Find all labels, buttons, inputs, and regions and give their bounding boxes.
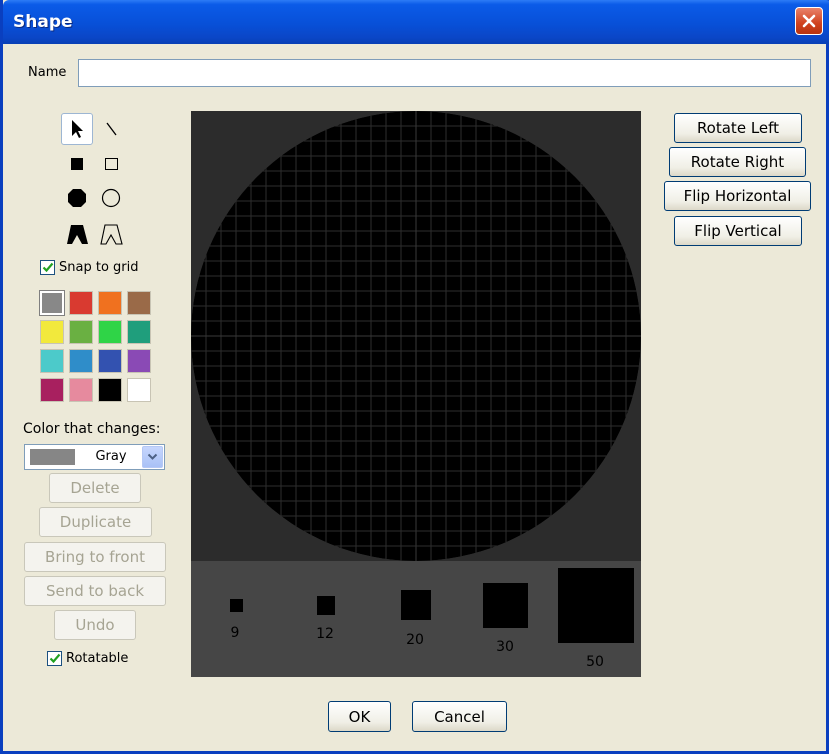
dropdown-button[interactable] (142, 446, 163, 468)
color-that-changes-label: Color that changes: (23, 421, 161, 437)
size-label-50: 50 (586, 654, 604, 670)
cancel-button[interactable]: Cancel (412, 701, 507, 732)
size-label-20: 20 (406, 632, 424, 648)
outline-polygon-icon (100, 224, 123, 245)
color-swatch[interactable] (40, 349, 64, 373)
close-icon (802, 14, 816, 28)
color-swatch[interactable] (69, 349, 93, 373)
rotatable-checkbox[interactable]: Rotatable (47, 651, 128, 666)
color-swatch[interactable] (98, 320, 122, 344)
checkmark-icon (42, 262, 53, 273)
delete-button[interactable]: Delete (49, 473, 141, 503)
rotatable-check[interactable] (47, 651, 62, 666)
size-preview-20 (401, 590, 431, 620)
send-to-back-button[interactable]: Send to back (24, 576, 166, 606)
flip-vertical-button[interactable]: Flip Vertical (674, 216, 802, 246)
size-label-30: 30 (496, 639, 514, 655)
name-input[interactable] (78, 59, 811, 87)
color-swatch[interactable] (69, 320, 93, 344)
snap-to-grid-checkbox[interactable]: Snap to grid (40, 260, 139, 275)
color-swatch[interactable] (127, 349, 151, 373)
duplicate-button[interactable]: Duplicate (39, 507, 152, 537)
shape-dialog: Shape Name Snap to grid Color that chang… (0, 0, 829, 754)
title-bar: Shape (3, 0, 829, 44)
color-swatch[interactable] (39, 290, 65, 316)
arrow-icon (72, 120, 83, 138)
window-title: Shape (13, 12, 73, 32)
outline-square-tool-button[interactable] (95, 148, 127, 180)
color-palette (39, 290, 156, 403)
filled-polygon-tool-button[interactable] (61, 218, 93, 250)
snap-to-grid-label: Snap to grid (59, 260, 139, 275)
color-swatch[interactable] (98, 378, 122, 402)
color-swatch[interactable] (40, 320, 64, 344)
checkmark-icon (49, 653, 60, 664)
undo-button[interactable]: Undo (54, 610, 136, 640)
color-swatch[interactable] (127, 320, 151, 344)
shape-canvas-drawing[interactable]: 9 12 20 30 50 (191, 111, 641, 677)
name-label: Name (28, 65, 67, 80)
size-label-9: 9 (231, 625, 240, 641)
size-label-12: 12 (316, 626, 334, 642)
color-that-changes-select[interactable]: Gray (24, 444, 165, 470)
color-swatch[interactable] (98, 291, 122, 315)
filled-octagon-tool-button[interactable] (61, 182, 93, 214)
color-swatch[interactable] (69, 291, 93, 315)
line-icon (106, 122, 117, 136)
filled-square-icon (71, 158, 83, 170)
outline-circle-tool-button[interactable] (95, 182, 127, 214)
rotate-right-button[interactable]: Rotate Right (669, 147, 806, 177)
filled-octagon-icon (68, 189, 86, 207)
line-tool-button[interactable] (95, 113, 127, 145)
select-tool-button[interactable] (61, 113, 93, 145)
color-swatch[interactable] (127, 291, 151, 315)
color-swatch[interactable] (127, 378, 151, 402)
ok-button[interactable]: OK (328, 701, 391, 732)
bring-to-front-button[interactable]: Bring to front (24, 542, 166, 572)
chevron-down-icon (147, 453, 158, 460)
filled-square-tool-button[interactable] (61, 148, 93, 180)
outline-polygon-tool-button[interactable] (95, 218, 127, 250)
size-preview-12 (317, 596, 335, 615)
selected-color-value: Gray (95, 449, 127, 464)
color-swatch[interactable] (69, 378, 93, 402)
flip-horizontal-button[interactable]: Flip Horizontal (664, 181, 811, 211)
grid-lines (191, 111, 641, 561)
size-preview-9 (230, 599, 243, 612)
size-preview-30 (483, 583, 528, 628)
size-preview-50 (558, 568, 634, 643)
close-button[interactable] (795, 7, 823, 35)
outline-circle-icon (101, 188, 121, 208)
color-swatch[interactable] (98, 349, 122, 373)
shape-canvas[interactable]: 9 12 20 30 50 (191, 111, 641, 677)
filled-polygon-icon (67, 225, 88, 244)
rotatable-label: Rotatable (66, 651, 129, 666)
color-swatch[interactable] (40, 378, 64, 402)
outline-square-icon (105, 158, 118, 170)
snap-to-grid-check[interactable] (40, 260, 55, 275)
rotate-left-button[interactable]: Rotate Left (674, 113, 802, 143)
selected-color-chip (30, 449, 75, 465)
